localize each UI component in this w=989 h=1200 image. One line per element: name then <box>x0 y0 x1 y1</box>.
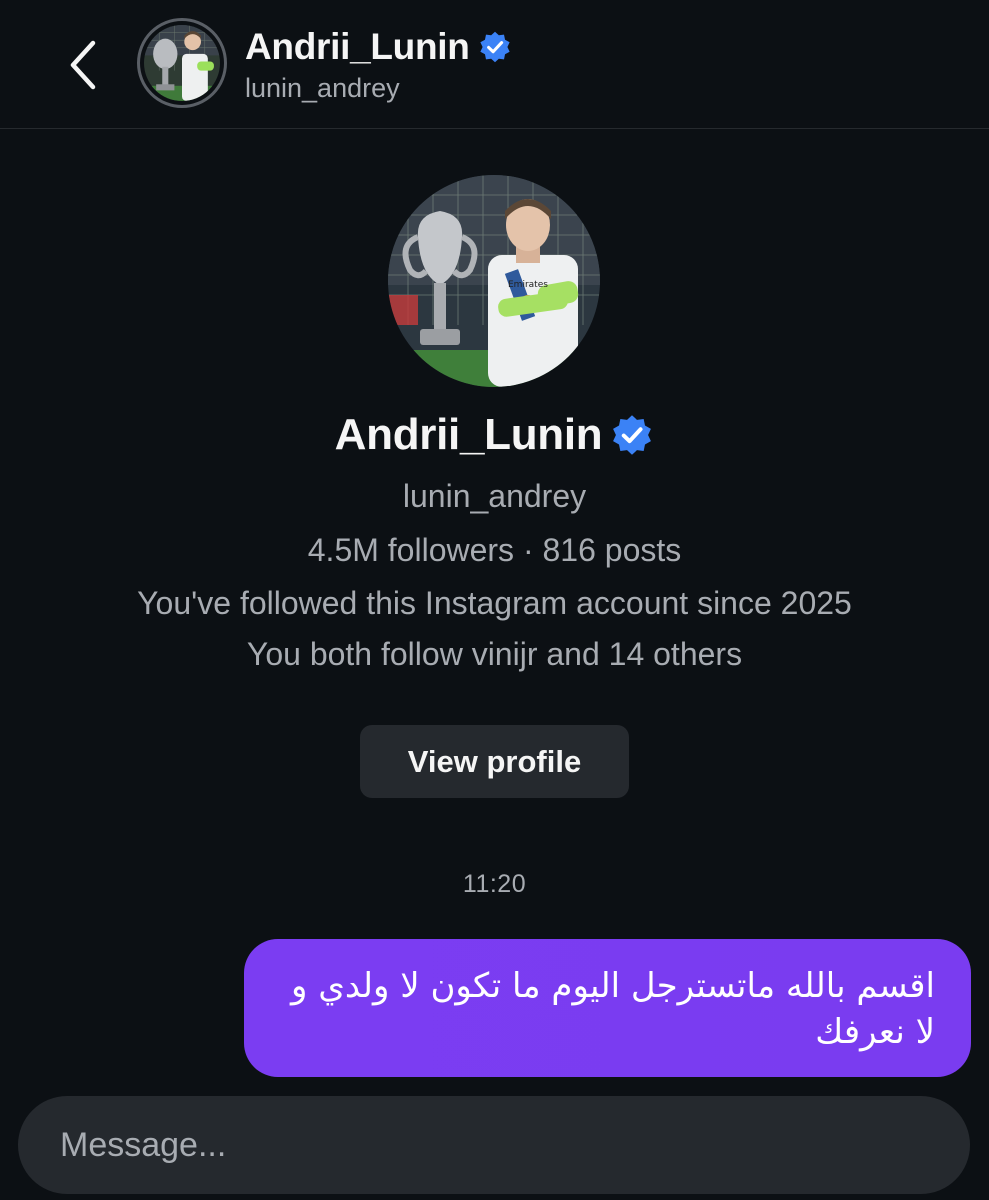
header-avatar[interactable] <box>137 18 227 108</box>
profile-title: Andrii_Lunin <box>0 410 989 460</box>
profile-username: lunin_andrey <box>402 478 587 514</box>
chevron-left-icon <box>70 40 96 90</box>
mutual-followers-text: You both follow vinijr and 14 others <box>246 636 743 672</box>
message-text: اقسم بالله ماتسترجل اليوم ما تكون لا ولد… <box>290 966 935 1052</box>
profile-stats: 4.5M followers · 816 posts <box>307 532 682 568</box>
profile-name: Andrii_Lunin <box>334 410 603 459</box>
profile-photo: Emirates <box>388 175 600 387</box>
header-name: Andrii_Lunin <box>245 26 470 67</box>
avatar-photo <box>144 25 220 101</box>
message-input[interactable] <box>58 1124 922 1166</box>
thread-header: Andrii_Lunin lunin_andrey <box>0 0 989 129</box>
svg-text:Emirates: Emirates <box>508 280 548 290</box>
profile-avatar[interactable]: Emirates <box>388 175 600 387</box>
verified-badge-icon <box>613 415 652 455</box>
dm-thread-screen: Andrii_Lunin lunin_andrey Emirates Andri… <box>0 0 989 1200</box>
header-title[interactable]: Andrii_Lunin <box>245 22 512 72</box>
header-username: lunin_andrey <box>245 73 400 103</box>
followed-since-text: You've followed this Instagram account s… <box>137 585 852 621</box>
message-timestamp: 11:20 <box>462 870 527 898</box>
sent-message-bubble[interactable]: اقسم بالله ماتسترجل اليوم ما تكون لا ولد… <box>244 939 971 1077</box>
message-composer[interactable] <box>18 1096 970 1194</box>
view-profile-button[interactable]: View profile <box>360 725 629 798</box>
verified-badge-icon <box>479 31 510 63</box>
back-button[interactable] <box>56 30 112 100</box>
